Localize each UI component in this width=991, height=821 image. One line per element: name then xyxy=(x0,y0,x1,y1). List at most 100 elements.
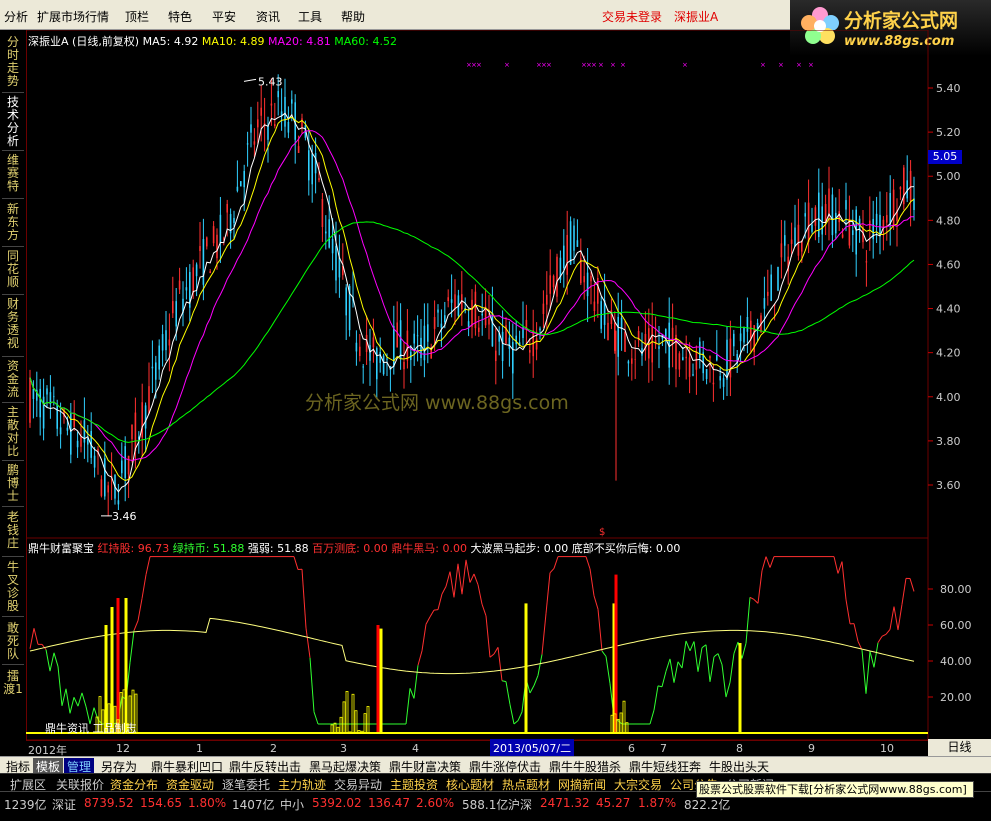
indicator-line-segment xyxy=(658,686,662,687)
indicator-line-segment xyxy=(690,641,694,650)
indicator-line-segment xyxy=(490,654,494,657)
indicator-line-segment xyxy=(62,689,66,706)
indicator-line-segment xyxy=(134,621,138,631)
indicator-line-segment xyxy=(462,560,466,594)
signal-x-mark: × xyxy=(598,61,604,69)
indicator-line-segment xyxy=(498,647,502,680)
indicator-line-segment xyxy=(46,650,50,672)
trade-status[interactable]: 交易未登录 xyxy=(602,8,662,25)
indicator-line-segment xyxy=(542,614,546,655)
menu-tools[interactable]: 工具 xyxy=(298,8,322,25)
histogram-bar xyxy=(364,714,366,733)
indicator-tick: 60.00 xyxy=(940,619,972,632)
menu-pingan[interactable]: 平安 xyxy=(212,8,236,25)
indicator-line-segment xyxy=(146,557,150,575)
indicator-line-segment xyxy=(746,597,750,643)
histogram-bar xyxy=(355,711,357,733)
indicator-line-segment xyxy=(702,645,706,648)
menu-help[interactable]: 帮助 xyxy=(341,8,365,25)
left-tab-gansidui[interactable]: 敢死队 xyxy=(3,622,23,661)
indicator-line-segment xyxy=(730,653,734,682)
left-tab-xindongfang[interactable]: 新东方 xyxy=(3,203,23,242)
signal-bar xyxy=(117,598,120,733)
indicator-tick: 40.00 xyxy=(940,655,972,668)
indicator-line-segment xyxy=(466,560,470,583)
indicator-line-segment xyxy=(682,641,686,668)
left-tab-technical[interactable]: 技术分析 xyxy=(3,96,23,148)
left-tab-pengboshi[interactable]: 鹏博士 xyxy=(3,464,23,503)
ticker-item: 1407亿 xyxy=(232,796,275,813)
low-marker: 3.46 xyxy=(112,510,137,523)
indicator-line-segment xyxy=(454,564,458,598)
indicator-line-segment xyxy=(54,653,58,667)
ind-green-label: 绿持币: 51.88 xyxy=(173,542,245,555)
indicator-line-segment xyxy=(510,705,514,724)
left-tab-intraday[interactable]: 分时走势 xyxy=(3,36,23,88)
indicator-line-segment xyxy=(438,594,442,610)
histogram-bar xyxy=(352,694,354,733)
indicator-line-segment xyxy=(426,617,430,624)
left-tab-niucha[interactable]: 牛叉诊股 xyxy=(3,561,23,613)
ind-strength-label: 强弱: 51.88 xyxy=(248,542,309,555)
indicator-line-segment xyxy=(538,654,542,675)
ad-banner[interactable]: 股票公式股票软件下载[分析家公式网www.88gs.com] xyxy=(696,781,974,798)
signal-x-mark: × xyxy=(476,61,482,69)
indicator-line-segment xyxy=(670,659,674,683)
menu-features[interactable]: 特色 xyxy=(168,8,192,25)
left-tab-weisaite[interactable]: 维赛特 xyxy=(3,154,23,193)
period-button[interactable]: 日线 xyxy=(928,739,991,756)
indicator-line-segment xyxy=(586,557,590,569)
kline-chart[interactable]: 5.433.46××××××××××××××××××$ 5.405.205.00… xyxy=(26,30,991,740)
indicator-line-segment xyxy=(414,665,418,698)
ticker-item: 深证 xyxy=(52,796,76,813)
indicator-line-segment xyxy=(58,666,62,705)
left-tab-main-retail[interactable]: 主散对比 xyxy=(3,406,23,458)
indicator-line-segment xyxy=(70,697,74,713)
left-tab-capital-flow[interactable]: 资金流 xyxy=(3,360,23,399)
indicator-line-segment xyxy=(726,682,730,697)
indicator-line-segment xyxy=(430,610,434,617)
indicator-line-segment xyxy=(758,571,762,604)
signal-bar xyxy=(105,625,108,733)
menu-news[interactable]: 资讯 xyxy=(256,8,280,25)
time-label: 8 xyxy=(736,742,743,755)
indicator-tick: 80.00 xyxy=(940,583,972,596)
ticker-item: 中小 xyxy=(280,796,304,813)
signal-x-mark: × xyxy=(760,61,766,69)
ticker-item: 136.47 xyxy=(368,796,410,810)
chart-title: 深振业A (日线,前复权) xyxy=(28,35,139,48)
histogram-bar xyxy=(340,717,342,733)
left-tab-leidu[interactable]: 擂渡1 xyxy=(3,670,23,696)
left-tab-laoqianzhuang[interactable]: 老钱庄 xyxy=(3,511,23,550)
menu-analysis[interactable]: 分析 xyxy=(4,8,28,25)
indicator-line-segment xyxy=(890,607,894,630)
price-tick: 4.40 xyxy=(936,303,961,316)
indicator-line-segment xyxy=(306,628,310,658)
indicator-line-segment xyxy=(450,572,454,598)
left-tab-finance[interactable]: 财务透视 xyxy=(3,298,23,350)
ind-darkhorse-label: 鼎牛黑马: 0.00 xyxy=(391,542,467,555)
indicator-line-segment xyxy=(910,578,914,591)
menu-top[interactable]: 顶栏 xyxy=(125,8,149,25)
signal-x-mark: × xyxy=(610,61,616,69)
indicator-line-segment xyxy=(138,599,142,621)
indicator-line-segment xyxy=(838,562,842,574)
indicator-line-segment xyxy=(678,662,682,668)
time-label: 4 xyxy=(412,742,419,755)
indicator-line-segment xyxy=(142,575,146,599)
signal-x-mark: × xyxy=(808,61,814,69)
indicator-line-segment xyxy=(598,609,602,651)
indicator-line-segment xyxy=(770,557,774,568)
indicator-line-segment xyxy=(302,569,306,628)
ma60-label: MA60: 4.52 xyxy=(334,35,397,48)
price-tick: 5.00 xyxy=(936,170,961,183)
indicator-line-segment xyxy=(710,657,714,682)
indicator-line-segment xyxy=(902,578,906,604)
menu-extended-market[interactable]: 扩展市场行情 xyxy=(37,8,109,25)
left-tab-tonghuashun[interactable]: 同花顺 xyxy=(3,250,23,289)
indicator-line-segment xyxy=(754,599,758,603)
indicator-line-segment xyxy=(502,681,506,682)
indicator-line-segment xyxy=(762,557,766,571)
indicator-line-segment xyxy=(518,712,522,721)
indicator-line-segment xyxy=(422,624,426,651)
